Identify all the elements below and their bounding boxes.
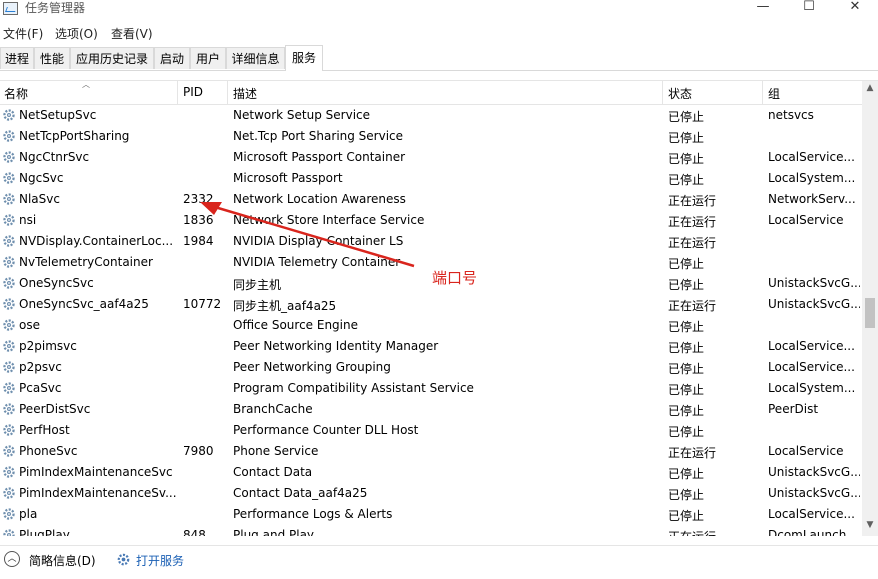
annotation-label: 端口号 [432, 269, 478, 287]
chevron-up-icon[interactable]: ︿ [4, 551, 20, 567]
fewer-details-link[interactable]: 简略信息(D) [29, 552, 96, 569]
open-services-link[interactable]: 打开服务 [136, 552, 184, 569]
services-icon [117, 553, 130, 566]
footer-bar: ︿ 简略信息(D) 打开服务 [0, 545, 878, 579]
annotation-arrow [200, 202, 415, 268]
